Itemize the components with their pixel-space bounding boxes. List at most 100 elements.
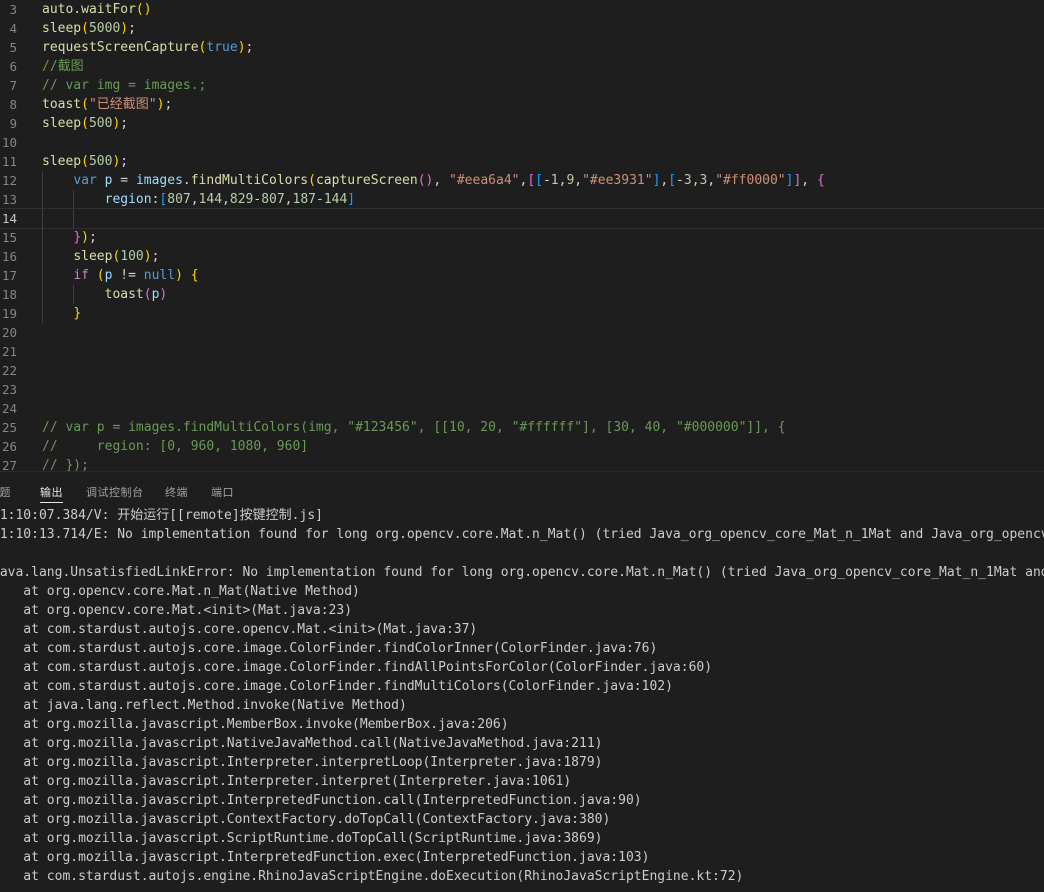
code-line[interactable]: 10	[0, 133, 1044, 152]
code-token: true	[206, 40, 238, 55]
code-line[interactable]: 26 // region: [0, 960, 1080, 960]	[0, 437, 1044, 456]
line-number: 21	[1, 344, 17, 359]
code-token: "#ff0000"	[715, 173, 786, 188]
code-line[interactable]: 25 // var p = images.findMultiColors(img,…	[0, 418, 1044, 437]
code-line[interactable]: 18 toast(p)	[0, 285, 1044, 304]
code-token: )	[81, 230, 89, 245]
code-token: )	[120, 21, 129, 36]
code-line[interactable]: 21	[0, 342, 1044, 361]
code-token: auto.waitFor	[42, 2, 136, 17]
output-line: at com.stardust.autojs.core.opencv.Mat.<…	[0, 622, 478, 637]
code-line[interactable]: 19}	[0, 304, 1044, 323]
code-line[interactable]: 23	[0, 380, 1044, 399]
code-token: ,	[574, 173, 583, 188]
code-text: sleep(500);	[42, 114, 128, 133]
code-token: 187	[292, 192, 316, 207]
line-number: 15	[1, 230, 17, 245]
code-token: !=	[112, 268, 144, 283]
indent-guide	[42, 209, 43, 228]
code-line[interactable]: 5 requestScreenCapture(true);	[0, 38, 1044, 57]
code-token: 500	[88, 116, 113, 131]
code-line[interactable]: 9 sleep(500);	[0, 114, 1044, 133]
code-line[interactable]: 20	[0, 323, 1044, 342]
output-line: 01:10:13.714/E: No implementation found …	[0, 527, 1044, 542]
tab-problems[interactable]: 问题	[0, 484, 11, 500]
output-line: at org.mozilla.javascript.InterpretedFun…	[0, 850, 650, 865]
code-text: // var p = images.findMultiColors(img, "…	[42, 418, 786, 437]
code-token: ]	[347, 192, 356, 207]
line-number: 11	[1, 154, 17, 169]
code-token: ;	[245, 40, 254, 55]
code-token: ()	[135, 2, 152, 17]
code-token: images	[135, 173, 183, 188]
code-line[interactable]: 13 region:[807,144,829-807,187-144]	[0, 190, 1044, 209]
code-token: captureScreen	[315, 173, 418, 188]
code-line[interactable]: 8 toast("已经截图");	[0, 95, 1044, 114]
code-token: }	[73, 306, 82, 321]
code-line[interactable]: 12 var p = images.findMultiColors(capture…	[0, 171, 1044, 190]
code-token: [	[535, 173, 543, 188]
code-token: ,	[801, 173, 817, 188]
code-line[interactable]: 4 sleep(5000);	[0, 19, 1044, 38]
tab-output[interactable]: 输出	[40, 484, 63, 503]
code-token: requestScreenCapture	[42, 40, 199, 55]
code-token: 807	[167, 192, 191, 207]
indent-guide	[42, 171, 43, 190]
line-number: 6	[9, 59, 17, 74]
code-token: "#ee3931"	[582, 173, 653, 188]
code-token: "#eea6a4"	[449, 173, 520, 188]
code-text: sleep(5000);	[42, 19, 136, 38]
output-line: 01:10:07.384/V: 开始运行[[remote]按键控制.js]	[0, 508, 323, 523]
code-line[interactable]: 27 // });	[0, 456, 1044, 471]
tab-terminal[interactable]: 终端	[165, 484, 188, 500]
output-view[interactable]: 01:10:07.384/V: 开始运行[[remote]按键控制.js] 01:…	[0, 506, 1044, 886]
code-line[interactable]: 16 sleep(100);	[0, 247, 1044, 266]
output-line: at org.opencv.core.Mat.n_Mat(Native Meth…	[0, 584, 360, 599]
output-line: at org.mozilla.javascript.Interpreter.in…	[0, 755, 603, 770]
code-token: (	[143, 287, 152, 302]
code-token: -	[542, 173, 551, 188]
line-number: 7	[9, 78, 17, 93]
code-editor[interactable]: 3 auto.waitFor() 4 sleep(5000); 5 requestScre…	[0, 0, 1044, 471]
line-number: 12	[1, 173, 17, 188]
code-line[interactable]: 11 sleep(500);	[0, 152, 1044, 171]
code-text: //截图	[42, 57, 84, 76]
code-text: toast("已经截图");	[42, 95, 172, 114]
code-text: });	[73, 228, 96, 247]
code-token: 144	[323, 192, 348, 207]
line-number: 4	[9, 21, 17, 36]
indent-guide	[42, 228, 43, 247]
code-line[interactable]: 15});	[0, 228, 1044, 247]
tab-debug-console[interactable]: 调试控制台	[86, 484, 144, 500]
code-line[interactable]: 14	[0, 208, 1044, 229]
tab-ports[interactable]: 端口	[211, 484, 234, 500]
code-token: ;	[151, 249, 160, 264]
code-text: var p = images.findMultiColors(captureSc…	[73, 171, 824, 190]
code-token: null	[143, 268, 176, 283]
code-line[interactable]: 17 if (p != null) {	[0, 266, 1044, 285]
code-line[interactable]: 22	[0, 361, 1044, 380]
code-text: auto.waitFor()	[42, 0, 152, 19]
code-token: region	[104, 192, 152, 207]
code-token: 144	[198, 192, 223, 207]
code-token: {	[190, 268, 199, 283]
code-token: ,	[433, 173, 450, 188]
code-line[interactable]: 24	[0, 399, 1044, 418]
code-token: 807	[261, 192, 285, 207]
line-number: 20	[1, 325, 17, 340]
code-token: .	[182, 173, 191, 188]
indent-guide	[42, 266, 43, 285]
code-line[interactable]: 6 //截图	[0, 57, 1044, 76]
code-token: ;	[120, 154, 129, 169]
code-line[interactable]: 7 // var img = images.;	[0, 76, 1044, 95]
code-token: //截图	[42, 59, 84, 74]
code-token: -	[676, 173, 684, 188]
code-line[interactable]: 3 auto.waitFor()	[0, 0, 1044, 19]
code-token: [	[527, 173, 536, 188]
output-line: at com.stardust.autojs.core.image.ColorF…	[0, 641, 658, 656]
output-line: at com.stardust.autojs.core.image.ColorF…	[0, 660, 713, 675]
output-line: at org.opencv.core.Mat.<init>(Mat.java:2…	[0, 603, 353, 618]
line-number: 18	[1, 287, 17, 302]
